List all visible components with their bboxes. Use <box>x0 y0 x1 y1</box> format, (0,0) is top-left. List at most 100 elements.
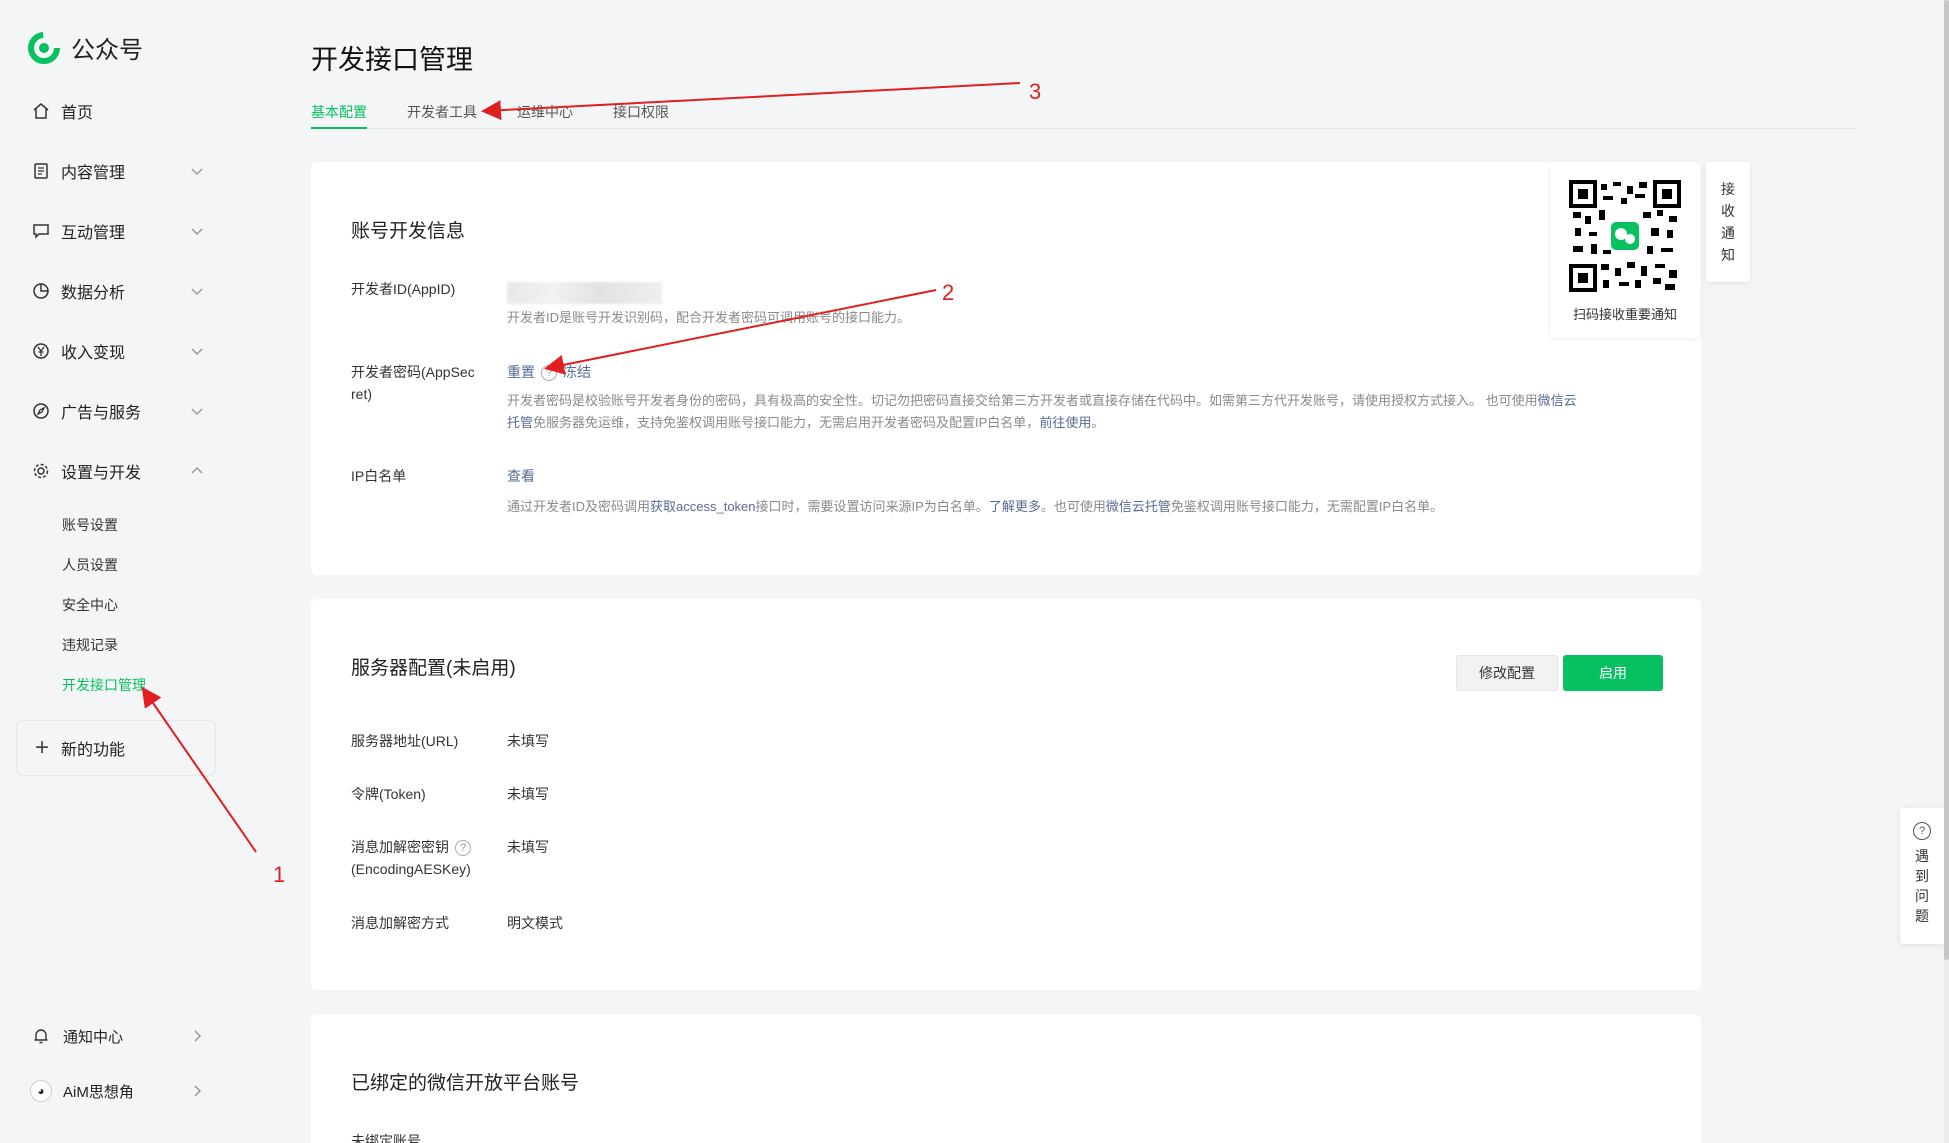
chevron-down-icon <box>191 288 203 296</box>
chevron-down-icon <box>191 168 203 176</box>
secret-label: 开发者密码(AppSec ret) <box>351 364 475 402</box>
cloud-hosting-link[interactable]: 微信云 <box>1538 393 1577 408</box>
sidebar-subitem-staff-settings[interactable]: 人员设置 <box>62 555 118 575</box>
server-config-card: 服务器配置(未启用) 修改配置 启用 服务器地址(URL) 未填写 令牌(Tok… <box>311 599 1701 990</box>
document-icon <box>30 160 52 182</box>
open-platform-title: 已绑定的微信开放平台账号 <box>351 1073 580 1094</box>
annotation-label-2: 2 <box>942 280 955 305</box>
appid-desc: 开发者ID是账号开发识别码，配合开发者密码可调用账号的接口能力。 <box>507 310 911 325</box>
token-label: 令牌(Token) <box>351 786 426 802</box>
open-platform-status: 未绑定账号 <box>351 1133 421 1143</box>
compass-icon <box>30 400 52 422</box>
chevron-right-icon <box>194 1030 202 1042</box>
tab-api-permissions[interactable]: 接口权限 <box>613 102 669 129</box>
new-feature-label: 新的功能 <box>61 742 126 759</box>
server-config-title: 服务器配置(未启用) <box>351 658 516 679</box>
help-label: 遇到问题 <box>1915 848 1929 924</box>
chevron-down-icon <box>191 348 203 356</box>
secret-reset-link[interactable]: 重置 <box>507 364 535 380</box>
chat-icon <box>30 220 52 242</box>
chevron-up-icon <box>191 466 203 474</box>
scrollbar-thumb[interactable] <box>1944 0 1949 960</box>
appid-label: 开发者ID(AppID) <box>351 281 456 297</box>
sidebar-subitem-security-center[interactable]: 安全中心 <box>62 595 118 615</box>
sidebar-item-label: 互动管理 <box>61 225 126 242</box>
new-feature-button[interactable]: + 新的功能 <box>16 720 216 776</box>
server-url-value: 未填写 <box>507 733 549 749</box>
sidebar-subitem-account-settings[interactable]: 账号设置 <box>62 515 118 535</box>
encryption-mode-label: 消息加解密方式 <box>351 915 449 931</box>
sidebar-item-home[interactable]: 首页 <box>30 96 205 126</box>
dev-info-title: 账号开发信息 <box>351 221 466 242</box>
go-use-link[interactable]: 前往使用 <box>1039 415 1091 430</box>
question-circle-icon[interactable]: ? <box>455 840 471 857</box>
sidebar-item-revenue[interactable]: 收入变现 <box>30 336 205 366</box>
ip-whitelist-desc: 通过开发者ID及密码调用获取access_token接口时，需要设置访问来源IP… <box>507 499 1444 514</box>
question-circle-icon: ? <box>1913 822 1931 840</box>
sidebar-item-settings[interactable]: 设置与开发 <box>30 456 205 486</box>
tab-basic-config[interactable]: 基本配置 <box>311 102 367 129</box>
gear-icon <box>30 460 52 482</box>
plus-icon: + <box>35 734 50 761</box>
account-name: AiM思想角 <box>63 1083 134 1101</box>
sidebar-subitem-dev-api[interactable]: 开发接口管理 <box>62 675 146 695</box>
ip-whitelist-view-link[interactable]: 查看 <box>507 465 535 487</box>
sidebar-item-label: 数据分析 <box>61 285 126 302</box>
receive-notification-tab[interactable]: 接收通知 <box>1706 162 1750 282</box>
notification-label: 通知中心 <box>63 1028 124 1046</box>
question-circle-icon[interactable]: ? <box>541 365 557 382</box>
page-title: 开发接口管理 <box>311 45 473 75</box>
annotation-label-3: 3 <box>1029 79 1042 104</box>
tab-ops-center[interactable]: 运维中心 <box>517 102 573 129</box>
chevron-down-icon <box>191 228 203 236</box>
aes-key-label: 消息加解密密钥? (EncodingAESKey) <box>351 839 471 877</box>
sidebar-item-ads[interactable]: 广告与服务 <box>30 396 205 426</box>
dev-info-card: 账号开发信息 开发者ID(AppID) 开发者ID是账号开发识别码，配合开发者密… <box>311 162 1701 575</box>
wechat-mp-logo-icon <box>28 31 60 64</box>
secret-freeze-link[interactable]: 冻结 <box>563 364 591 380</box>
sidebar-item-interaction[interactable]: 互动管理 <box>30 216 205 246</box>
sidebar-item-content[interactable]: 内容管理 <box>30 156 205 186</box>
app-logo[interactable]: 公众号 <box>27 30 143 65</box>
server-url-label: 服务器地址(URL) <box>351 733 459 749</box>
qr-caption: 扫码接收重要通知 <box>1572 307 1677 322</box>
cloud-hosting-link-cont[interactable]: 托管 <box>507 415 533 430</box>
app-name: 公众号 <box>71 37 143 64</box>
sidebar-item-label: 广告与服务 <box>61 405 142 422</box>
ip-whitelist-label: IP白名单 <box>351 468 407 484</box>
token-value: 未填写 <box>507 786 549 802</box>
sidebar-item-analytics[interactable]: 数据分析 <box>30 276 205 306</box>
account-menu[interactable]: ◕ AiM思想角 <box>30 1077 205 1105</box>
home-icon <box>30 100 52 122</box>
annotation-label-1: 1 <box>273 862 286 887</box>
modify-config-button[interactable]: 修改配置 <box>1456 655 1558 691</box>
pie-chart-icon <box>30 280 52 302</box>
access-token-link[interactable]: 获取access_token <box>650 499 756 514</box>
bell-icon <box>30 1025 52 1047</box>
secret-desc: 开发者密码是校验账号开发者身份的密码，具有极高的安全性。切记勿把密码直接交给第三… <box>507 393 1577 430</box>
learn-more-link[interactable]: 了解更多 <box>989 499 1041 514</box>
sidebar-item-label: 设置与开发 <box>61 465 142 482</box>
open-platform-card: 已绑定的微信开放平台账号 未绑定账号 <box>311 1014 1701 1143</box>
wechat-cloud-hosting-link[interactable]: 微信云托管 <box>1106 499 1171 514</box>
aes-key-value: 未填写 <box>507 839 549 855</box>
sidebar: 公众号 首页 内容管理 互动管理 数据分析 收入变现 广告与服务 设置与开发 账… <box>0 0 225 1143</box>
help-floating-button[interactable]: ? 遇到问题 <box>1900 808 1944 944</box>
yen-icon <box>30 340 52 362</box>
sidebar-item-label: 内容管理 <box>61 165 126 182</box>
notification-center[interactable]: 通知中心 <box>30 1022 205 1050</box>
avatar: ◕ <box>30 1080 52 1102</box>
sidebar-subitem-violation-records[interactable]: 违规记录 <box>62 635 118 655</box>
appid-value-redacted <box>507 282 662 304</box>
tab-developer-tools[interactable]: 开发者工具 <box>407 102 477 129</box>
sidebar-item-label: 收入变现 <box>61 345 126 362</box>
qr-code-icon <box>1569 180 1681 292</box>
tab-bar: 基本配置 开发者工具 运维中心 接口权限 <box>311 96 1857 129</box>
chevron-right-icon <box>194 1085 202 1097</box>
sidebar-item-label: 首页 <box>61 105 94 122</box>
chevron-down-icon <box>191 408 203 416</box>
encryption-mode-value: 明文模式 <box>507 915 563 931</box>
enable-button[interactable]: 启用 <box>1563 655 1663 691</box>
qr-notification-box: 扫码接收重要通知 <box>1550 162 1700 338</box>
secret-actions: 重置? 冻结 <box>507 361 591 383</box>
